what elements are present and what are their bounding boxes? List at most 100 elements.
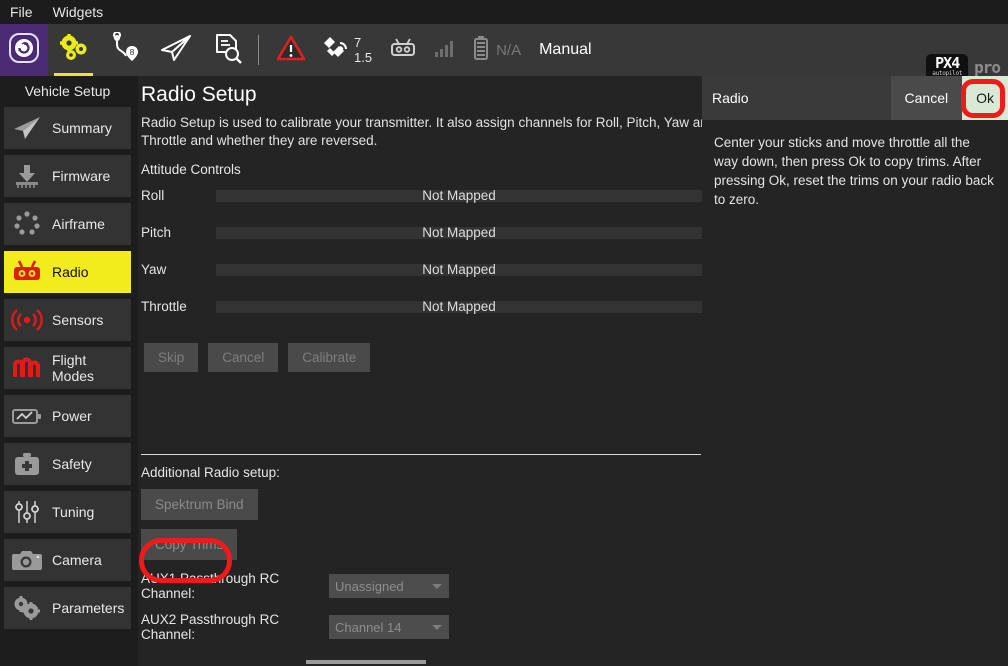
sidebar-item-label: Airframe: [52, 216, 105, 232]
horizontal-scrollbar[interactable]: [138, 658, 702, 666]
px4-pro-label: pro: [974, 58, 1000, 77]
dialog-body-text: Center your sticks and move throttle all…: [702, 120, 1008, 209]
aux1-label: AUX1 Passthrough RC Channel:: [141, 571, 329, 601]
airframe-icon: [10, 209, 44, 239]
menu-item-file[interactable]: File: [10, 5, 33, 19]
battery-value: N/A: [496, 42, 521, 59]
sidebar-item-label: Safety: [52, 456, 92, 472]
copy-trims-button[interactable]: Copy Trims: [141, 529, 237, 560]
channel-value: Not Mapped: [216, 187, 702, 205]
skip-button[interactable]: Skip: [144, 343, 198, 372]
chevron-down-icon: [432, 584, 442, 589]
toolbar-button-vehicle-setup[interactable]: [48, 24, 99, 76]
sidebar-item-flight-modes[interactable]: Flight Modes: [4, 347, 131, 389]
page-title: Radio Setup: [138, 76, 702, 107]
status-gps[interactable]: 7 1.5: [313, 24, 380, 76]
sidebar-item-label: Firmware: [52, 168, 110, 184]
sensors-icon: [10, 305, 44, 335]
aux2-channel-value: Channel 14: [335, 620, 402, 635]
gears-icon: [57, 32, 91, 69]
additional-setup-label: Additional Radio setup:: [138, 455, 702, 480]
rc-transmitter-icon: [388, 36, 418, 65]
sidebar-item-label: Parameters: [52, 600, 124, 616]
toolbar-button-analyze[interactable]: [201, 24, 252, 76]
aux2-label: AUX2 Passthrough RC Channel:: [141, 612, 329, 642]
sidebar-item-summary[interactable]: Summary: [4, 107, 131, 149]
channel-row-yaw: Yaw Not Mapped: [138, 251, 702, 288]
toolbar-button-fly[interactable]: [150, 24, 201, 76]
tuning-icon: [10, 497, 44, 527]
calibrate-button[interactable]: Calibrate: [288, 343, 370, 372]
menu-item-widgets[interactable]: Widgets: [53, 5, 104, 19]
aux1-channel-select[interactable]: Unassigned: [329, 574, 449, 598]
aux1-passthrough-row: AUX1 Passthrough RC Channel: Unassigned: [138, 571, 702, 601]
toolbar-status-group: 7 1.5: [269, 24, 592, 76]
sidebar-item-label: Summary: [52, 120, 112, 136]
rc-transmitter-icon: [10, 257, 44, 287]
channel-row-pitch: Pitch Not Mapped: [138, 214, 702, 251]
toolbar-divider: [258, 35, 259, 65]
status-rc[interactable]: [380, 24, 426, 76]
qgc-logo-icon: [9, 33, 39, 68]
status-telemetry[interactable]: [426, 24, 464, 76]
chevron-down-icon: [432, 625, 442, 630]
gps-hdop-value: 1.5: [354, 50, 372, 65]
spektrum-bind-button[interactable]: Spektrum Bind: [141, 489, 258, 520]
sidebar-item-camera[interactable]: Camera: [4, 539, 131, 581]
flight-modes-icon: [10, 353, 44, 383]
channel-bar: Not Mapped: [216, 301, 702, 313]
qgroundcontrol-window: File Widgets: [0, 0, 1008, 666]
qgc-logo-button[interactable]: [0, 24, 48, 76]
dialog-header: Radio Cancel Ok: [702, 76, 1008, 120]
aux2-passthrough-row: AUX2 Passthrough RC Channel: Channel 14: [138, 612, 702, 642]
sidebar-item-label: Flight Modes: [52, 352, 131, 384]
sidebar-item-label: Tuning: [52, 504, 94, 520]
channel-bar: Not Mapped: [216, 264, 702, 276]
sidebar-item-label: Sensors: [52, 312, 103, 328]
sidebar-item-power[interactable]: Power: [4, 395, 131, 437]
attitude-controls-label: Attitude Controls: [138, 150, 702, 177]
battery-icon: [472, 35, 490, 66]
sidebar-item-parameters[interactable]: Parameters: [4, 587, 131, 629]
flight-mode-label[interactable]: Manual: [539, 41, 591, 59]
status-battery[interactable]: N/A: [464, 24, 529, 76]
camera-icon: [10, 545, 44, 575]
toolbar-button-plan[interactable]: 8: [99, 24, 150, 76]
sidebar-item-sensors[interactable]: Sensors: [4, 299, 131, 341]
cancel-button[interactable]: Cancel: [208, 343, 278, 372]
sidebar-item-radio[interactable]: Radio: [4, 251, 131, 293]
safety-icon: [10, 449, 44, 479]
warning-triangle-icon: [277, 35, 305, 66]
status-warning[interactable]: [269, 24, 313, 76]
channel-row-throttle: Throttle Not Mapped: [138, 288, 702, 325]
channel-label: Roll: [141, 188, 216, 203]
dialog-ok-button[interactable]: Ok: [962, 76, 1008, 120]
parameters-icon: [10, 593, 44, 623]
sidebar-item-label: Radio: [52, 264, 89, 280]
page-description: Radio Setup is used to calibrate your tr…: [138, 107, 702, 150]
sidebar-item-airframe[interactable]: Airframe: [4, 203, 131, 245]
gps-satellite-count: 7: [354, 35, 372, 50]
channel-label: Pitch: [141, 225, 216, 240]
sidebar-item-safety[interactable]: Safety: [4, 443, 131, 485]
sidebar-item-label: Power: [52, 408, 92, 424]
aux2-channel-select[interactable]: Channel 14: [329, 615, 449, 639]
channel-label: Yaw: [141, 262, 216, 277]
aux1-channel-value: Unassigned: [335, 579, 404, 594]
satellite-icon: [321, 34, 351, 67]
sidebar-item-tuning[interactable]: Tuning: [4, 491, 131, 533]
dialog-cancel-button[interactable]: Cancel: [891, 76, 963, 120]
channel-value: Not Mapped: [216, 224, 702, 242]
paper-plane-icon: [158, 33, 194, 68]
waypoint-path-icon: 8: [108, 32, 142, 69]
sidebar-item-firmware[interactable]: Firmware: [4, 155, 131, 197]
channel-bar: Not Mapped: [216, 190, 702, 202]
sidebar-item-label: Camera: [52, 552, 102, 568]
main-toolbar: 8: [0, 24, 1008, 76]
channel-value: Not Mapped: [216, 298, 702, 316]
radio-dialog: Radio Cancel Ok Center your sticks and m…: [702, 76, 1008, 666]
power-icon: [10, 401, 44, 431]
vehicle-setup-sidebar: Vehicle Setup Summary: [0, 76, 135, 666]
firmware-icon: [10, 161, 44, 191]
scrollbar-thumb[interactable]: [306, 660, 426, 664]
